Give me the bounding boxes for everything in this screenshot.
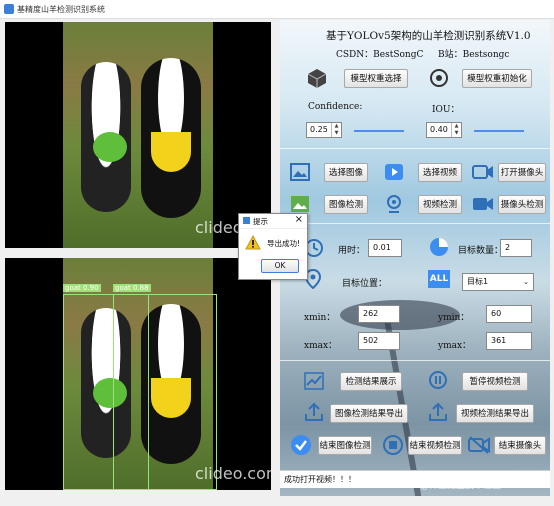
confidence-value: 0.25 (310, 125, 328, 134)
watermark-text: clideo.com (195, 464, 271, 483)
end-video-button[interactable]: 结束视频检测 (408, 436, 462, 455)
message-dialog: 提示 × 导出成功! OK (238, 213, 308, 280)
dialog-title: 提示 (253, 217, 268, 226)
webcam-icon (387, 195, 401, 213)
divider (280, 148, 550, 149)
window-titlebar: 基精度山羊检测识别系统 (0, 0, 554, 19)
count-field[interactable]: 2 (500, 239, 532, 257)
upload-icon (305, 402, 323, 421)
dialog-message: 导出成功! (267, 239, 301, 248)
image-detect-icon (291, 196, 309, 212)
upload-icon (429, 402, 447, 421)
xmin-label: xmin： (304, 313, 336, 323)
time-field[interactable]: 0.01 (368, 239, 402, 257)
video-icon (385, 164, 403, 180)
status-text: 成功打开视频！！！ (284, 475, 356, 484)
pause-icon (429, 371, 447, 389)
pie-chart-icon (430, 238, 448, 256)
detection-label: goat 0.90 (63, 284, 101, 292)
spin-arrows-icon[interactable]: ▲ ▼ (451, 123, 461, 137)
chart-line-icon (304, 372, 324, 390)
count-label: 目标数量： (458, 246, 504, 256)
export-image-button[interactable]: 图像检测结果导出 (330, 404, 408, 423)
app-title: 基于YOLOv5架构的山羊检测识别系统V1.0 (326, 30, 531, 42)
detection-image-panel: goat 0.90 goat 0.88 clideo.com (5, 258, 271, 490)
camera-detect-icon (473, 198, 493, 210)
stop-circle-icon (383, 435, 403, 455)
status-bar: 成功打开视频！！！ (280, 470, 550, 488)
target-select[interactable]: 目标1 ⌄ (462, 273, 534, 291)
confidence-spinbox[interactable]: 0.25 ▲ ▼ (306, 122, 342, 138)
select-model-button[interactable]: 模型权重选择 (344, 69, 408, 88)
detection-box: goat 0.88 (113, 284, 217, 490)
chevron-down-icon: ⌄ (523, 278, 529, 286)
camera-off-icon (468, 436, 490, 454)
divider (280, 360, 550, 361)
ymax-field[interactable]: 361 (486, 332, 532, 350)
csdn-label: CSDN：BestSongC (336, 50, 424, 60)
iou-spinbox[interactable]: 0.40 ▲ ▼ (426, 122, 462, 138)
confidence-slider[interactable] (354, 130, 404, 132)
ymax-label: ymax： (438, 341, 472, 351)
check-circle-icon (291, 435, 311, 455)
warning-icon (245, 235, 261, 250)
detect-camera-button[interactable]: 摄像头检测 (498, 195, 546, 214)
bilibili-label: B站：Bestsongc (438, 50, 510, 60)
confidence-label: Confidence: (308, 102, 363, 112)
control-panel: 基于YOLOv5架构的山羊检测识别系统V1.0 CSDN：BestSongC B… (280, 20, 550, 496)
open-camera-button[interactable]: 打开摄像头 (498, 163, 546, 182)
all-targets-icon: ALL (428, 270, 450, 288)
footer-watermark: @稀土掘金技术社区 (420, 481, 502, 491)
select-image-button[interactable]: 选择图像 (324, 163, 368, 182)
xmin-field[interactable]: 262 (358, 305, 400, 323)
window-title: 基精度山羊检测识别系统 (17, 5, 105, 14)
image-icon (290, 163, 310, 181)
iou-slider[interactable] (474, 130, 524, 132)
end-camera-button[interactable]: 结束摄像头 (494, 436, 546, 455)
ymin-field[interactable]: 60 (486, 305, 532, 323)
detection-label: goat 0.88 (113, 284, 151, 292)
xmax-label: xmax： (304, 341, 338, 351)
export-video-button[interactable]: 视频检测结果导出 (456, 404, 534, 423)
iou-label: IOU： (432, 105, 460, 115)
camera-icon (472, 165, 493, 179)
ymin-label: ymin： (438, 313, 470, 323)
xmax-field[interactable]: 502 (358, 332, 400, 350)
init-model-button[interactable]: 模型权重初始化 (462, 69, 532, 88)
time-label: 用时： (338, 246, 366, 256)
iou-value: 0.40 (430, 125, 448, 134)
app-icon (243, 217, 250, 224)
divider (280, 223, 550, 224)
settings-target-icon (430, 69, 448, 87)
dialog-titlebar: 提示 × (239, 214, 307, 229)
original-image-panel: clideo.com (5, 22, 271, 248)
detect-video-button[interactable]: 视频检测 (418, 195, 462, 214)
close-icon[interactable]: × (295, 214, 303, 225)
target-select-value: 目标1 (467, 277, 489, 286)
ok-button[interactable]: OK (261, 259, 299, 273)
show-results-button[interactable]: 检测结果展示 (340, 372, 402, 391)
position-label: 目标位置： (342, 279, 388, 289)
app-icon (4, 4, 14, 14)
detect-image-button[interactable]: 图像检测 (324, 195, 368, 214)
cube-icon (307, 69, 327, 88)
pause-video-button[interactable]: 暂停视频检测 (462, 372, 528, 391)
end-image-button[interactable]: 结束图像检测 (318, 436, 372, 455)
goat-photo (63, 22, 213, 248)
spin-arrows-icon[interactable]: ▲ ▼ (331, 123, 341, 137)
select-video-button[interactable]: 选择视频 (418, 163, 462, 182)
